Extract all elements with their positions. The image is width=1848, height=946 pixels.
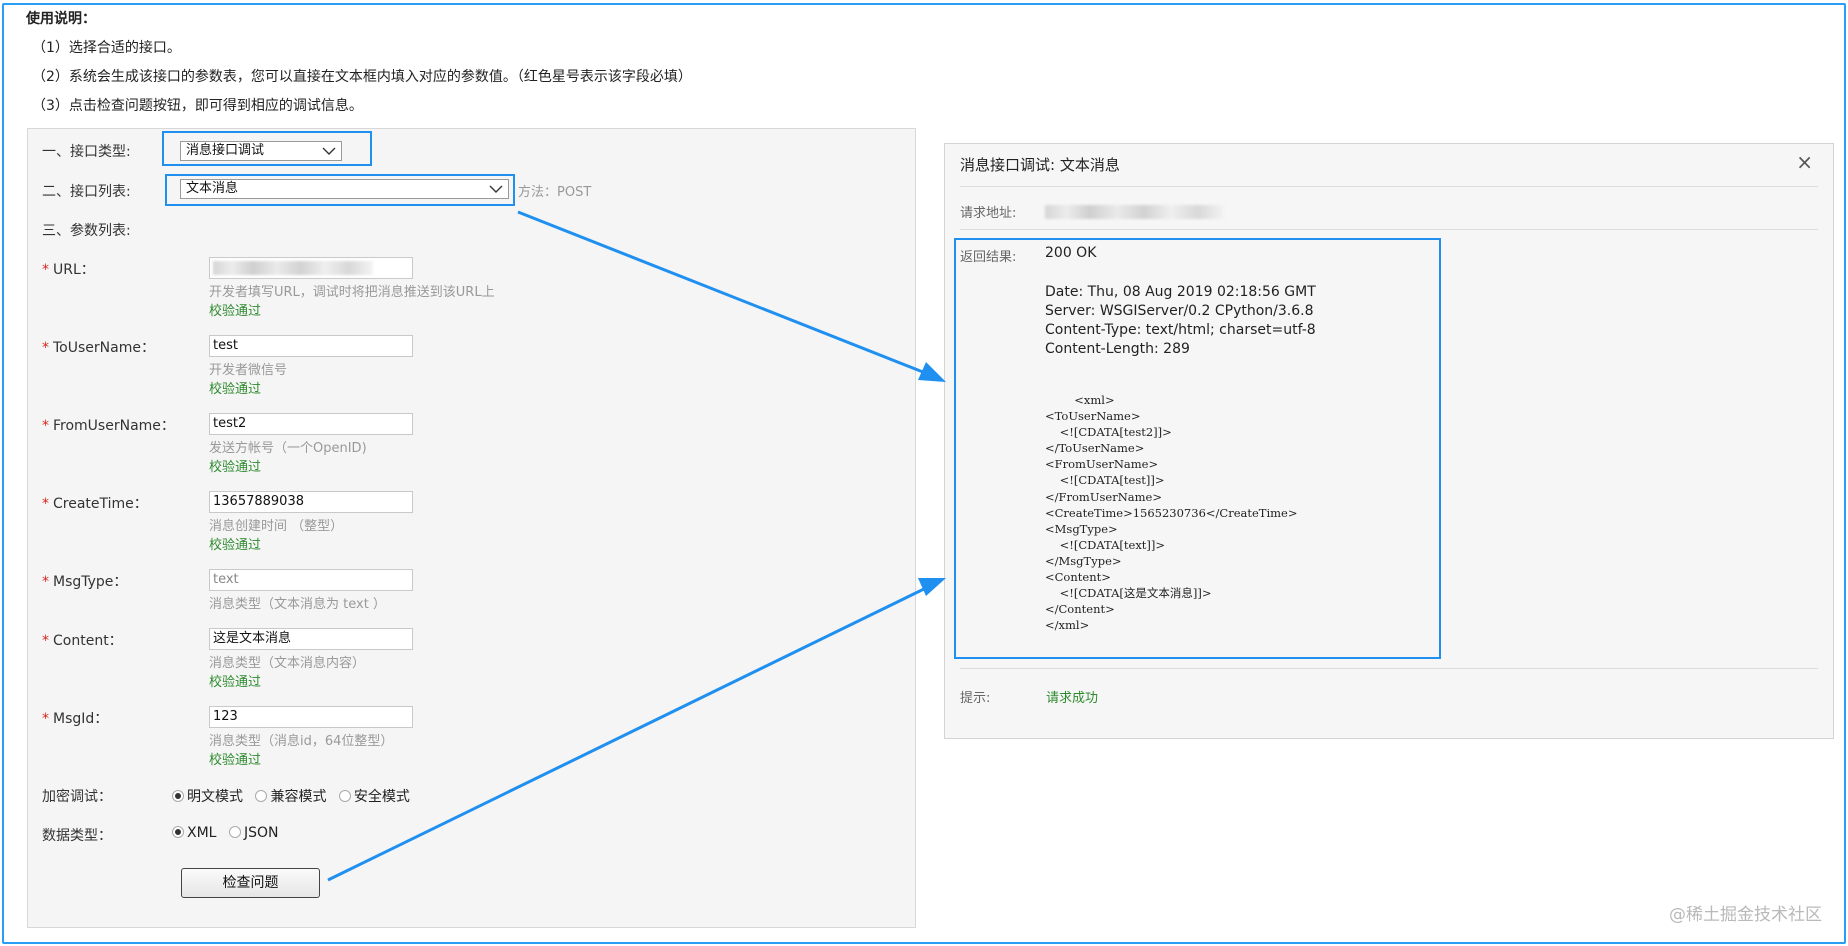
radio-secure-mode[interactable]: 安全模式: [338, 789, 410, 805]
response-header: Server: WSGIServer/0.2 CPython/3.6.8: [1045, 303, 1314, 319]
interface-list-label: 二、接口列表:: [42, 184, 131, 200]
page: 使用说明： （1）选择合适的接口。 （2）系统会生成该接口的参数表，您可以直接在…: [0, 0, 1848, 946]
radio-icon: [338, 790, 351, 802]
fromusername-input[interactable]: test2: [209, 413, 413, 435]
radio-label: XML: [187, 825, 217, 841]
param-label-text: CreateTime：: [53, 496, 148, 512]
url-input[interactable]: [209, 257, 413, 279]
highlight-box: [165, 174, 515, 206]
divider: [960, 186, 1818, 187]
radio-icon: [172, 826, 184, 838]
required-mark: *: [42, 496, 49, 512]
response-header: Content-Length: 289: [1045, 341, 1190, 357]
radio-xml[interactable]: XML: [172, 825, 216, 841]
createtime-input[interactable]: 13657889038: [209, 491, 413, 513]
param-label-createtime: * CreateTime：: [42, 493, 148, 513]
param-label-content: * Content：: [42, 630, 123, 650]
response-status: 200 OK: [1045, 245, 1097, 261]
fromusername-hint: 发送方帐号（一个OpenID): [209, 441, 367, 456]
response-header: Content-Type: text/html; charset=utf-8: [1045, 322, 1316, 338]
required-mark: *: [42, 262, 49, 278]
createtime-hint: 消息创建时间 （整型）: [209, 519, 344, 534]
param-label-tousername: * ToUserName：: [42, 337, 155, 357]
request-url-label: 请求地址:: [960, 206, 1017, 221]
createtime-verified: 校验通过: [209, 538, 262, 553]
msgid-input[interactable]: 123: [209, 706, 413, 728]
param-label-fromusername: * FromUserName：: [42, 415, 175, 435]
instruction-line: （2）系统会生成该接口的参数表，您可以直接在文本框内填入对应的参数值。（红色星号…: [32, 69, 692, 85]
tip-value: 请求成功: [1046, 691, 1099, 706]
method-text: 方法：POST: [518, 185, 592, 200]
required-mark: *: [42, 633, 49, 649]
radio-icon: [228, 826, 241, 838]
instruction-line: （1）选择合适的接口。: [32, 40, 181, 56]
tousername-input[interactable]: test: [209, 335, 413, 357]
divider: [960, 229, 1818, 230]
msgtype-hint: 消息类型（文本消息为 text ）: [209, 597, 386, 612]
encrypt-label: 加密调试：: [42, 789, 112, 805]
radio-label: 安全模式: [353, 789, 410, 805]
msgid-verified: 校验通过: [209, 753, 262, 768]
param-list-label: 三、参数列表:: [42, 223, 131, 239]
url-hint: 开发者填写URL，调试时将把消息推送到该URL上: [209, 285, 495, 300]
param-label-text: URL：: [53, 262, 95, 278]
response-body: <xml> <ToUserName> <![CDATA[test2]]> </T…: [1045, 393, 1298, 633]
content-hint: 消息类型（文本消息内容）: [209, 656, 366, 671]
radio-plain-mode[interactable]: 明文模式: [172, 789, 243, 805]
request-url-value: [1045, 201, 1225, 220]
required-mark: *: [42, 574, 49, 590]
radio-label: 明文模式: [187, 789, 243, 805]
instructions-title: 使用说明：: [26, 11, 96, 27]
radio-icon: [255, 790, 268, 802]
required-mark: *: [42, 711, 49, 727]
tousername-hint: 开发者微信号: [209, 363, 288, 378]
param-label-text: Content：: [53, 633, 123, 649]
watermark: @稀土掘金技术社区: [1669, 905, 1822, 925]
msgtype-input[interactable]: text: [209, 569, 413, 591]
redacted-url: [1045, 204, 1225, 219]
param-label-text: FromUserName：: [53, 418, 175, 434]
instruction-line: （3）点击检查问题按钮，即可得到相应的调试信息。: [32, 98, 363, 114]
dialog-title: 消息接口调试: 文本消息: [960, 156, 1120, 174]
redacted-url: [213, 260, 373, 275]
tip-label: 提示:: [960, 691, 991, 706]
datatype-radio-group: XML JSON: [172, 825, 286, 841]
interface-type-label: 一、接口类型:: [42, 144, 131, 160]
close-icon[interactable]: ×: [1796, 150, 1813, 174]
radio-json[interactable]: JSON: [228, 825, 279, 841]
radio-label: JSON: [243, 825, 279, 841]
param-label-url: * URL：: [42, 259, 95, 279]
check-problem-button[interactable]: 检查问题: [181, 868, 320, 898]
radio-label: 兼容模式: [270, 789, 327, 805]
param-label-text: MsgId：: [53, 711, 109, 727]
content-verified: 校验通过: [209, 675, 262, 690]
param-label-text: MsgType：: [53, 574, 128, 590]
url-verified: 校验通过: [209, 304, 262, 319]
param-label-msgid: * MsgId：: [42, 708, 108, 728]
param-label-text: ToUserName：: [53, 340, 155, 356]
divider: [960, 668, 1818, 669]
debug-form-panel: 一、接口类型: 消息接口调试 二、接口列表: 文本消息 方法：POST 三、参数…: [27, 128, 916, 928]
fromusername-verified: 校验通过: [209, 460, 262, 475]
param-label-msgtype: * MsgType：: [42, 571, 127, 591]
content-input[interactable]: 这是文本消息: [209, 628, 413, 650]
required-mark: *: [42, 418, 49, 434]
msgid-hint: 消息类型（消息id，64位整型）: [209, 734, 394, 749]
datatype-label: 数据类型：: [42, 828, 112, 844]
response-header: Date: Thu, 08 Aug 2019 02:18:56 GMT: [1045, 284, 1316, 300]
radio-icon: [172, 790, 184, 802]
tousername-verified: 校验通过: [209, 382, 262, 397]
radio-compat-mode[interactable]: 兼容模式: [255, 789, 326, 805]
highlight-box: [162, 131, 372, 166]
encrypt-radio-group: 明文模式 兼容模式 安全模式: [172, 786, 418, 806]
required-mark: *: [42, 340, 49, 356]
